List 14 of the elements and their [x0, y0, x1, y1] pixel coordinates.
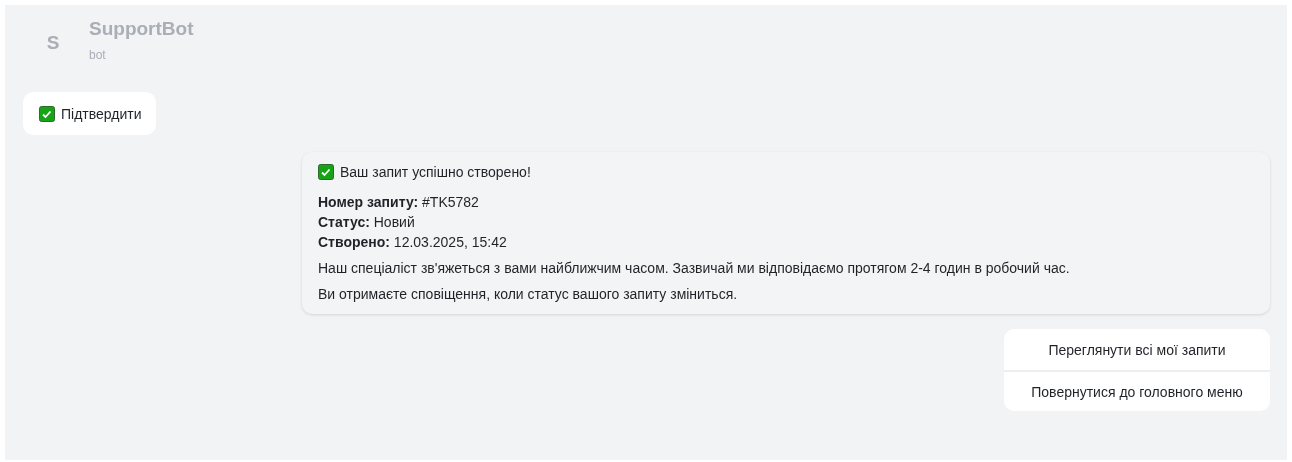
menu-button[interactable]: Переглянути всі мої запити: [1004, 329, 1270, 370]
detail-line: Створено: 12.03.2025, 15:42: [318, 234, 508, 250]
message-text: Ви отримаєте сповіщення, коли статус вашого запиту зміниться.: [318, 286, 739, 302]
bot-avatar: S: [45, 32, 61, 54]
check-mark-icon: [318, 164, 334, 180]
bot-role: bot: [89, 48, 107, 62]
message-title: Ваш запит успішно створено!: [340, 164, 531, 180]
check-mark-icon: [39, 105, 55, 122]
message-text: Наш спеціаліст зв'яжеться з вами найближчим часом. Зазвичай ми відповідаємо протягом 2-4 годин в робочий час.: [318, 260, 1071, 276]
detail-line: Номер запиту: #TK5782: [318, 194, 480, 210]
bot-name: SupportBot: [89, 18, 194, 40]
confirm-button[interactable]: Підтвердити: [23, 92, 156, 135]
detail-line: Статус: Новий: [318, 214, 416, 230]
menu-button[interactable]: Повернутися до головного меню: [1004, 370, 1270, 411]
